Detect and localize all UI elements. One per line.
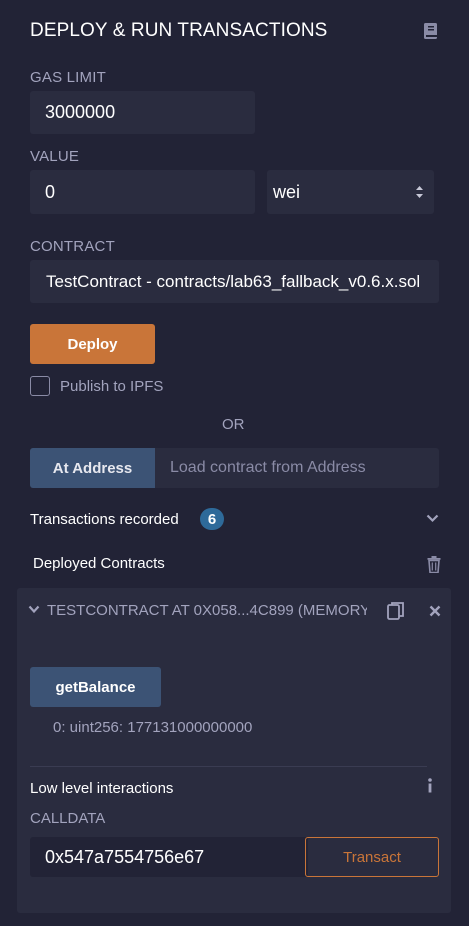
at-address-group: At Address Load contract from Address bbox=[30, 448, 439, 488]
contract-label: CONTRACT bbox=[30, 238, 115, 255]
deploy-button[interactable]: Deploy bbox=[30, 324, 155, 364]
gas-limit-input[interactable]: 3000000 bbox=[30, 91, 255, 134]
calldata-input[interactable]: 0x547a7554756e67 bbox=[30, 837, 308, 877]
at-address-input[interactable]: Load contract from Address bbox=[155, 448, 439, 488]
calldata-label: CALLDATA bbox=[30, 810, 106, 827]
close-icon[interactable] bbox=[429, 605, 441, 617]
trash-icon[interactable] bbox=[427, 556, 441, 573]
value-unit-text: wei bbox=[273, 181, 301, 202]
function-result: 0: uint256: 177131000000000 bbox=[53, 719, 253, 736]
at-address-button[interactable]: At Address bbox=[30, 448, 155, 488]
or-divider-text: OR bbox=[222, 416, 245, 433]
deployed-contracts-label: Deployed Contracts bbox=[33, 555, 165, 572]
divider bbox=[30, 766, 427, 767]
value-input[interactable]: 0 bbox=[30, 170, 255, 214]
info-icon[interactable] bbox=[427, 778, 433, 793]
transact-button[interactable]: Transact bbox=[305, 837, 439, 877]
gas-limit-label: GAS LIMIT bbox=[30, 69, 106, 86]
contract-select[interactable]: TestContract - contracts/lab63_fallback_… bbox=[30, 260, 439, 303]
contract-select-text: TestContract - contracts/lab63_fallback_… bbox=[46, 271, 421, 291]
deployed-instance-card: TESTCONTRACT AT 0X058...4C899 (MEMORY) g… bbox=[17, 588, 451, 913]
value-label: VALUE bbox=[30, 148, 80, 165]
transactions-count-badge: 6 bbox=[200, 508, 224, 530]
panel-title: DEPLOY & RUN TRANSACTIONS bbox=[30, 20, 328, 41]
get-balance-button[interactable]: getBalance bbox=[30, 667, 161, 707]
updown-icon bbox=[415, 184, 424, 200]
low-level-interactions-label: Low level interactions bbox=[30, 780, 174, 797]
instance-title[interactable]: TESTCONTRACT AT 0X058...4C899 (MEMORY) bbox=[47, 602, 367, 619]
publish-ipfs-label: Publish to IPFS bbox=[60, 378, 164, 395]
copy-icon[interactable] bbox=[387, 601, 405, 621]
transactions-recorded-label[interactable]: Transactions recorded bbox=[30, 511, 179, 528]
publish-ipfs-checkbox[interactable] bbox=[30, 376, 50, 396]
book-icon[interactable] bbox=[423, 22, 439, 40]
value-unit-select[interactable]: wei bbox=[267, 170, 434, 214]
chevron-down-icon[interactable] bbox=[426, 514, 439, 523]
chevron-down-icon[interactable] bbox=[28, 605, 40, 614]
